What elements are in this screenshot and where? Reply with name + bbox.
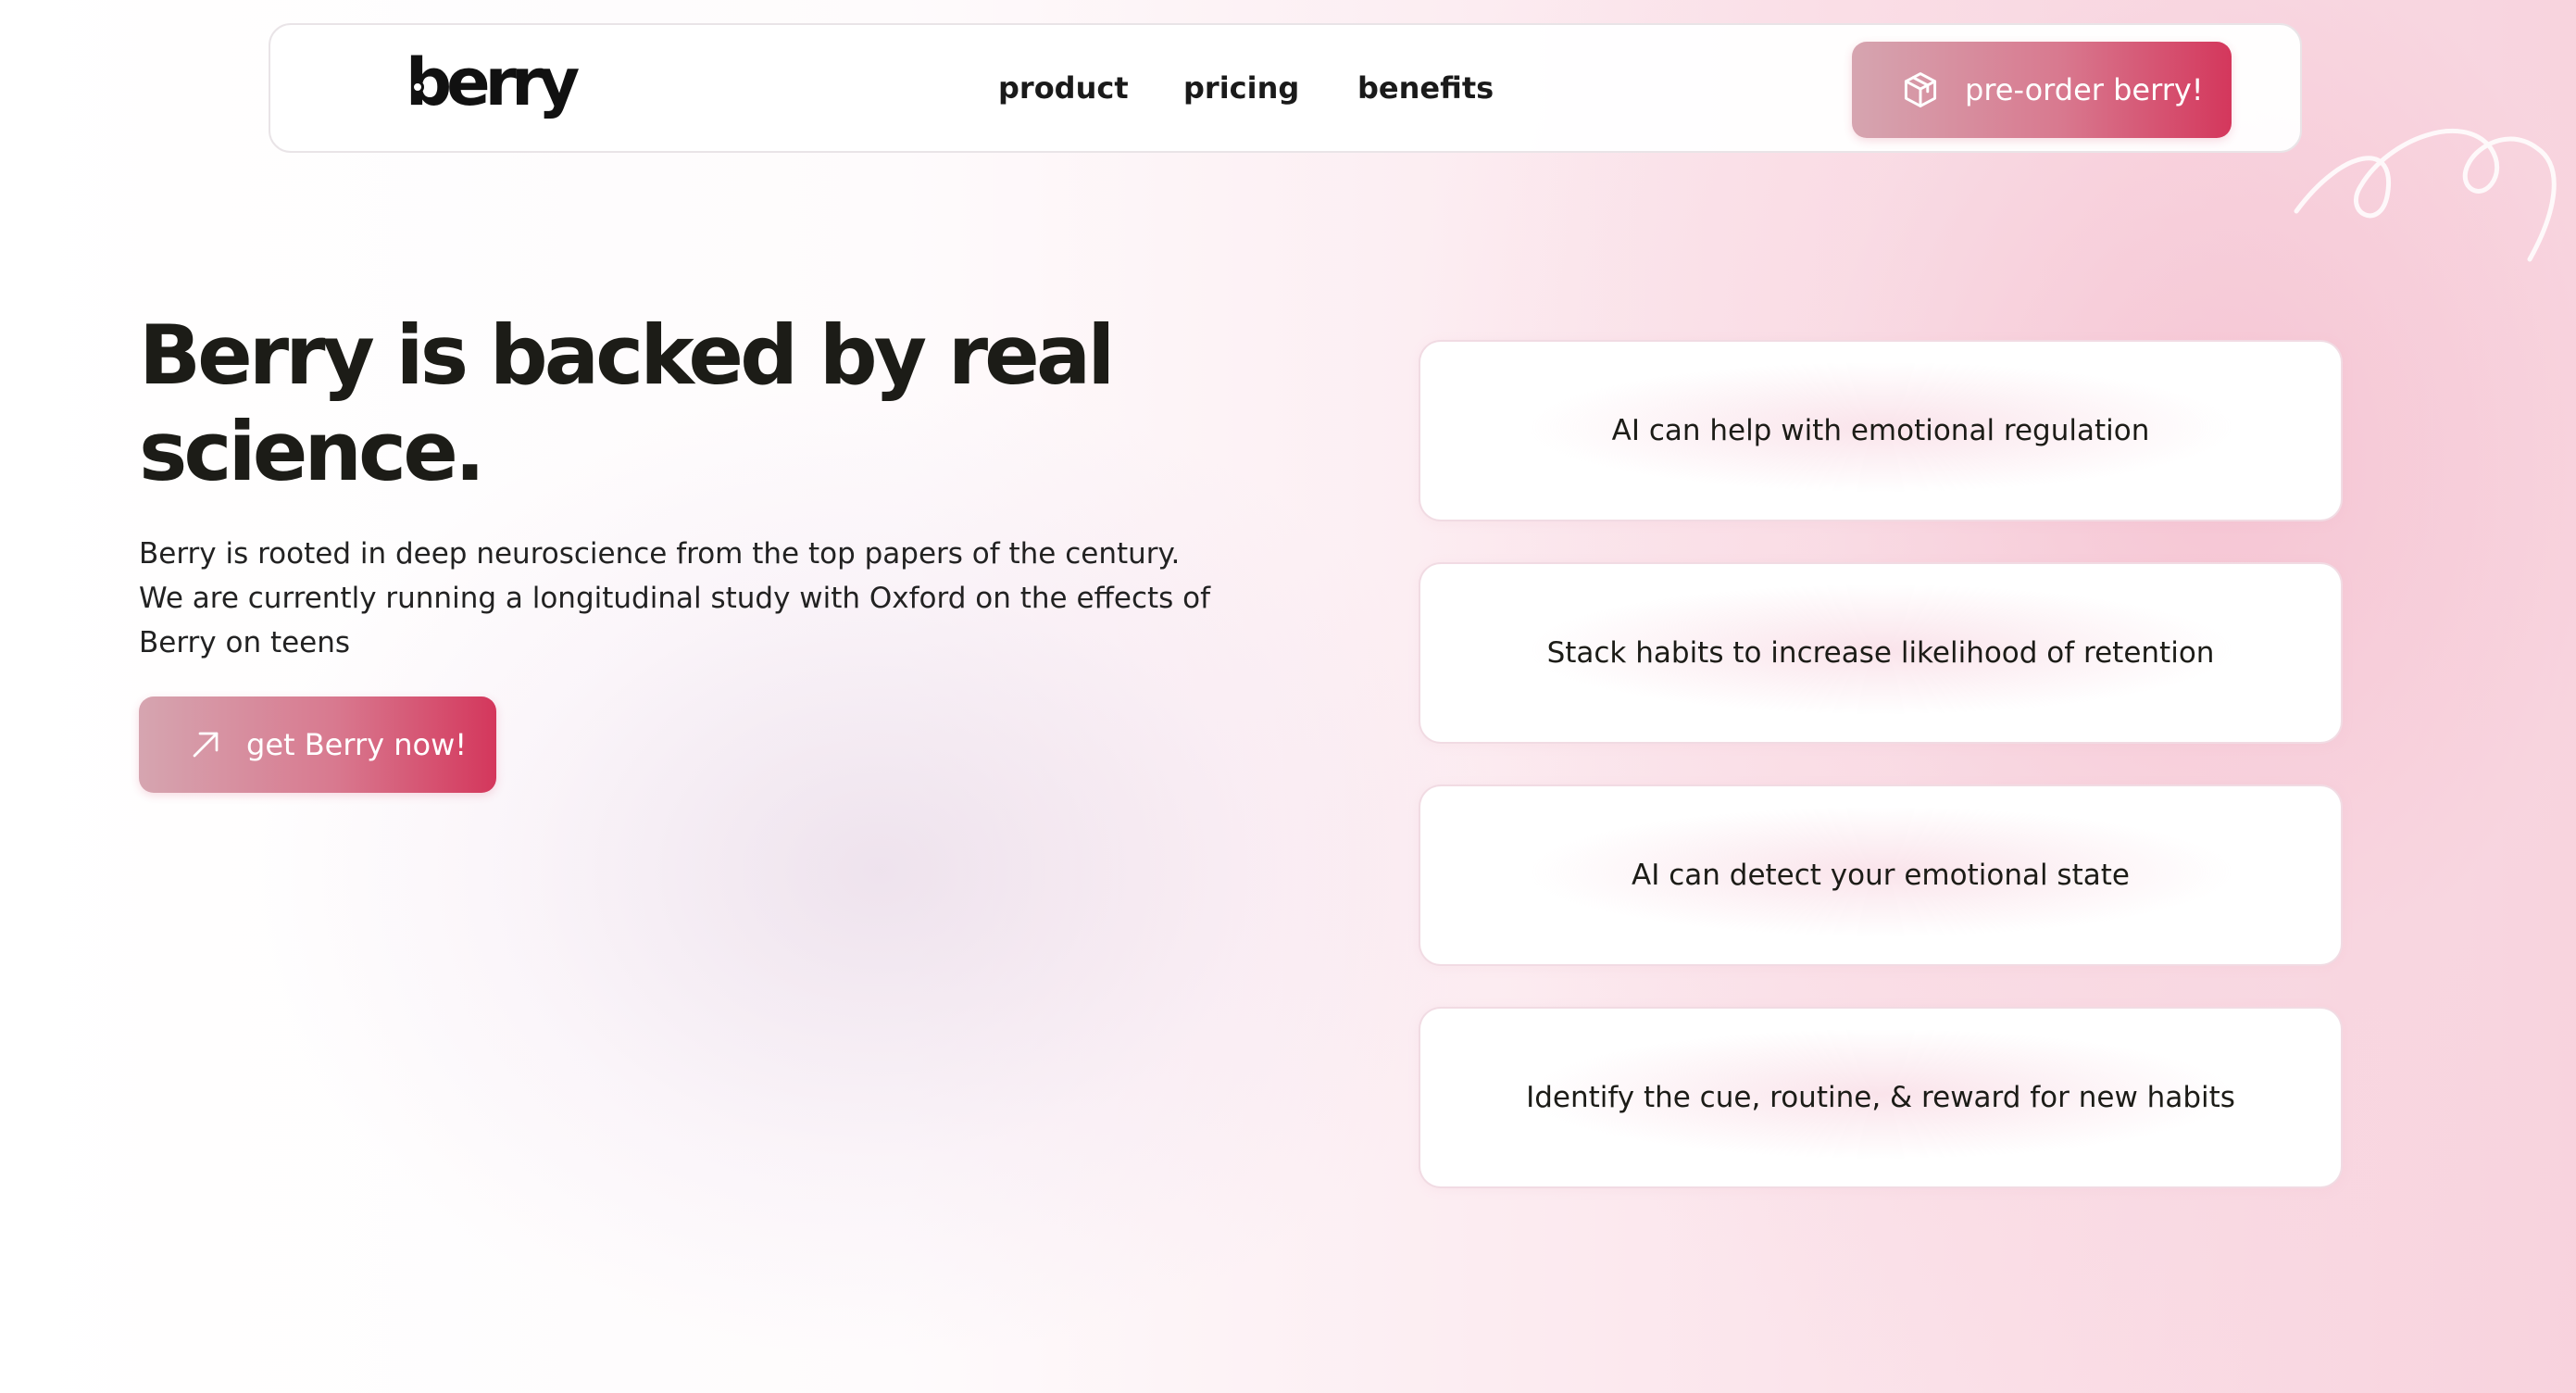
get-berry-label: get Berry now! (246, 727, 468, 762)
package-icon (1904, 72, 1937, 107)
get-berry-button[interactable]: get Berry now! (139, 696, 496, 793)
science-card: Stack habits to increase likelihood of r… (1419, 562, 2343, 744)
science-cards: AI can help with emotional regulation St… (1419, 340, 2343, 1229)
nav-link-product[interactable]: product (998, 69, 1129, 107)
pre-order-button[interactable]: pre-order berry! (1852, 42, 2232, 138)
pre-order-label: pre-order berry! (1965, 72, 2204, 107)
navbar: berry product pricing benefits pre-order… (269, 23, 2302, 153)
science-card: AI can help with emotional regulation (1419, 340, 2343, 521)
science-card: Identify the cue, routine, & reward for … (1419, 1007, 2343, 1188)
hero-description: Berry is rooted in deep neuroscience fro… (139, 537, 1211, 659)
card-text: AI can detect your emotional state (1632, 859, 2130, 892)
nav-link-benefits[interactable]: benefits (1357, 69, 1494, 107)
card-text: AI can help with emotional regulation (1611, 414, 2150, 447)
nav-link-pricing[interactable]: pricing (1183, 69, 1299, 107)
card-text: Stack habits to increase likelihood of r… (1546, 636, 2215, 670)
decorative-swirl (2294, 129, 2557, 262)
hero-title: Berry is backed by real science. (139, 307, 1115, 499)
card-text: Identify the cue, routine, & reward for … (1526, 1081, 2235, 1114)
science-card: AI can detect your emotional state (1419, 784, 2343, 966)
arrow-up-right-icon (193, 732, 219, 758)
